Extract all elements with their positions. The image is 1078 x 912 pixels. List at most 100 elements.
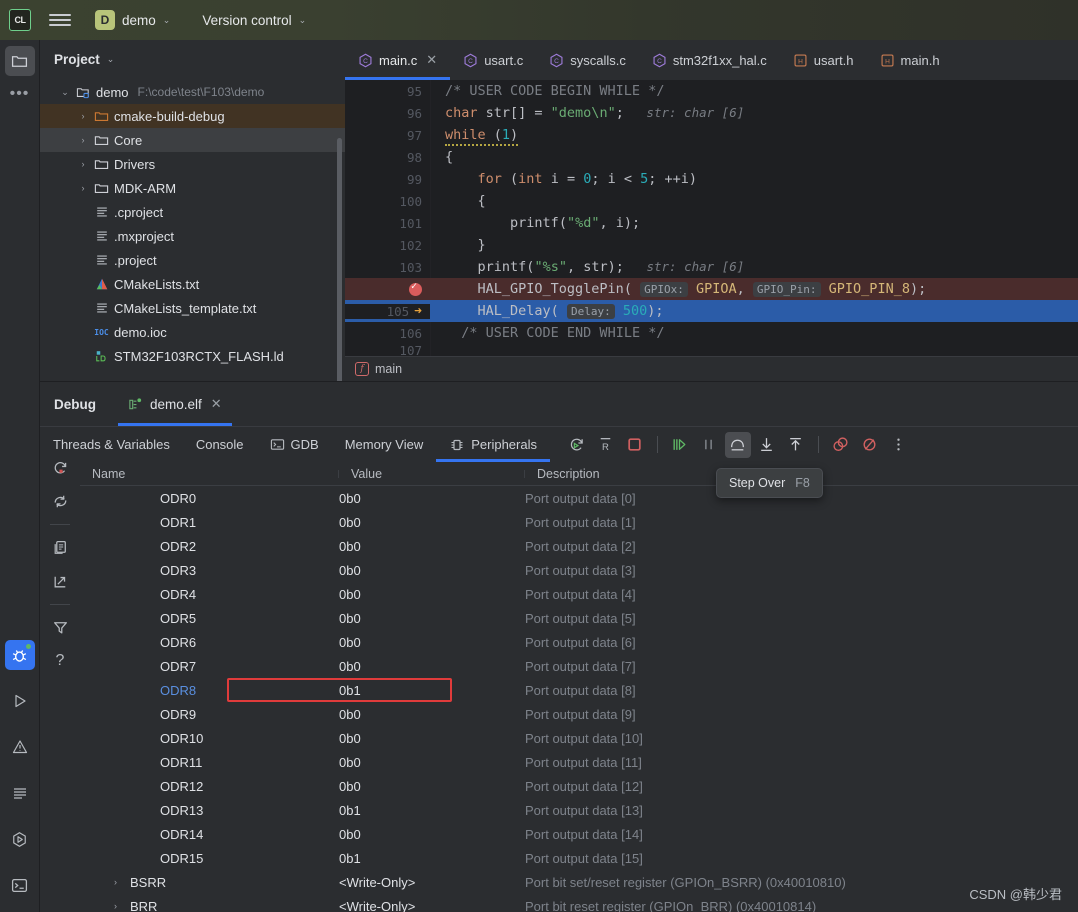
sidebar-item-problems[interactable] <box>5 732 35 762</box>
breadcrumb[interactable]: f main <box>345 356 1078 380</box>
code-line: 96 char str[] = "demo\n"; str: char [6] <box>345 102 1078 124</box>
expand-arrow-icon[interactable]: › <box>74 183 92 193</box>
project-scrollbar[interactable] <box>337 138 342 386</box>
reset-refresh-button[interactable] <box>47 454 73 480</box>
sidebar-item-project[interactable] <box>5 46 35 76</box>
sidebar-item-todo[interactable] <box>5 778 35 808</box>
tree-root-path: F:\code\test\F103\demo <box>138 85 265 99</box>
close-icon[interactable]: ✕ <box>211 396 222 412</box>
line-gutter[interactable] <box>345 283 430 296</box>
view-breakpoints-button[interactable] <box>828 432 854 458</box>
stop-button[interactable] <box>622 432 648 458</box>
close-icon[interactable]: ✕ <box>426 52 437 68</box>
expand-arrow-icon[interactable]: › <box>114 901 130 911</box>
tab-syscalls-c[interactable]: C syscalls.c <box>536 40 639 80</box>
expand-arrow-icon[interactable]: › <box>74 159 92 169</box>
line-gutter[interactable]: 105➜ <box>345 304 430 319</box>
c-source-icon: C <box>652 53 667 68</box>
tree-item-linker-script[interactable]: STM32F103RCTX_FLASH.ld <box>40 344 345 368</box>
table-row[interactable]: ›BRR <Write-Only> Port bit reset registe… <box>80 894 1078 912</box>
svg-text:R: R <box>603 442 610 453</box>
tree-item-project[interactable]: .project <box>40 248 345 272</box>
sidebar-item-run-coverage[interactable] <box>5 824 35 854</box>
column-header-value[interactable]: Value <box>339 467 525 481</box>
table-row[interactable]: ODR15 0b1 Port output data [15] <box>80 846 1078 870</box>
tab-stm32f1xx-hal-c[interactable]: C stm32f1xx_hal.c <box>639 40 780 80</box>
project-tool-window: Project ⌄ ⌄ demo F:\code\test\F103\demo … <box>40 40 345 380</box>
tree-item-drivers[interactable]: › Drivers <box>40 152 345 176</box>
step-out-button[interactable] <box>783 432 809 458</box>
tab-usart-c[interactable]: C usart.c <box>450 40 536 80</box>
tree-item-cmake-build-debug[interactable]: › cmake-build-debug <box>40 104 345 128</box>
pause-button[interactable] <box>696 432 722 458</box>
tab-main-c[interactable]: C main.c ✕ <box>345 40 450 80</box>
more-options-button[interactable] <box>886 432 912 458</box>
table-row[interactable]: ODR10 0b0 Port output data [10] <box>80 726 1078 750</box>
table-row[interactable]: ODR12 0b0 Port output data [12] <box>80 774 1078 798</box>
table-row[interactable]: ODR14 0b0 Port output data [14] <box>80 822 1078 846</box>
refresh-peripherals-button[interactable] <box>47 488 73 514</box>
more-tool-windows-icon[interactable]: ••• <box>10 90 30 98</box>
expand-arrow-icon[interactable]: ⌄ <box>56 87 74 98</box>
tab-gdb[interactable]: GDB <box>257 427 332 462</box>
row-description: Port output data [2] <box>525 539 1078 554</box>
table-row[interactable]: ODR1 0b0 Port output data [1] <box>80 510 1078 534</box>
tree-item-root[interactable]: ⌄ demo F:\code\test\F103\demo <box>40 80 345 104</box>
table-row[interactable]: ODR6 0b0 Port output data [6] <box>80 630 1078 654</box>
tree-item-cmakelists[interactable]: CMakeLists.txt <box>40 272 345 296</box>
table-row[interactable]: ODR11 0b0 Port output data [11] <box>80 750 1078 774</box>
breakpoint-icon[interactable] <box>409 283 422 296</box>
tree-item-core[interactable]: › Core <box>40 128 345 152</box>
sidebar-item-terminal[interactable] <box>5 870 35 900</box>
step-into-button[interactable] <box>754 432 780 458</box>
table-row[interactable]: ODR7 0b0 Port output data [7] <box>80 654 1078 678</box>
sidebar-item-run[interactable] <box>5 686 35 716</box>
tree-item-mdk-arm[interactable]: › MDK-ARM <box>40 176 345 200</box>
project-selector[interactable]: D demo ⌄ <box>89 7 176 33</box>
debug-session-tab[interactable]: demo.elf ✕ <box>118 382 232 426</box>
main-menu-icon[interactable] <box>49 9 71 31</box>
tree-item-cmakelists-template[interactable]: CMakeLists_template.txt <box>40 296 345 320</box>
step-over-button[interactable] <box>725 432 751 458</box>
expand-arrow-icon[interactable]: › <box>74 135 92 145</box>
mute-breakpoints-button[interactable] <box>857 432 883 458</box>
row-description: Port output data [9] <box>525 707 1078 722</box>
column-header-name[interactable]: Name <box>80 467 339 481</box>
tab-console[interactable]: Console <box>183 427 257 462</box>
resume-button[interactable] <box>667 432 693 458</box>
sidebar-item-debug[interactable] <box>5 640 35 670</box>
table-row-highlighted[interactable]: ODR8 0b1 Port output data [8] <box>80 678 1078 702</box>
copy-value-button[interactable] <box>47 534 73 560</box>
help-button[interactable]: ? <box>47 648 73 674</box>
restore-layout-button[interactable]: R <box>593 432 619 458</box>
export-button[interactable] <box>47 568 73 594</box>
peripherals-table[interactable]: Name Value Description ODR0 0b0 Port out… <box>80 462 1078 912</box>
expand-arrow-icon[interactable]: › <box>74 111 92 121</box>
version-control-selector[interactable]: Version control ⌄ <box>196 10 312 31</box>
row-name: ODR15 <box>160 851 203 866</box>
rerun-button[interactable] <box>564 432 590 458</box>
tree-item-mxproject[interactable]: .mxproject <box>40 224 345 248</box>
table-row[interactable]: ODR2 0b0 Port output data [2] <box>80 534 1078 558</box>
tree-item-cproject[interactable]: .cproject <box>40 200 345 224</box>
code-view[interactable]: 95 /* USER CODE BEGIN WHILE */ 96 char s… <box>345 80 1078 358</box>
tab-usart-h[interactable]: H usart.h <box>780 40 867 80</box>
table-row[interactable]: ODR0 0b0 Port output data [0] <box>80 486 1078 510</box>
table-row[interactable]: ODR5 0b0 Port output data [5] <box>80 606 1078 630</box>
toolbar-divider <box>50 524 70 525</box>
table-row[interactable]: ODR4 0b0 Port output data [4] <box>80 582 1078 606</box>
table-row[interactable]: ›BSRR <Write-Only> Port bit set/reset re… <box>80 870 1078 894</box>
expand-arrow-icon[interactable]: › <box>114 877 130 887</box>
code-ident: i = <box>543 171 584 187</box>
table-row[interactable]: ODR13 0b1 Port output data [13] <box>80 798 1078 822</box>
tab-main-h[interactable]: H main.h <box>867 40 953 80</box>
filter-button[interactable] <box>47 614 73 640</box>
project-panel-header[interactable]: Project ⌄ <box>40 40 345 78</box>
tab-peripherals[interactable]: Peripherals <box>436 427 550 462</box>
tab-label: Threads & Variables <box>53 437 170 452</box>
code-line: 100 { <box>345 190 1078 212</box>
table-row[interactable]: ODR3 0b0 Port output data [3] <box>80 558 1078 582</box>
tree-item-demo-ioc[interactable]: IOC demo.ioc <box>40 320 345 344</box>
table-row[interactable]: ODR9 0b0 Port output data [9] <box>80 702 1078 726</box>
tab-memory-view[interactable]: Memory View <box>332 427 437 462</box>
